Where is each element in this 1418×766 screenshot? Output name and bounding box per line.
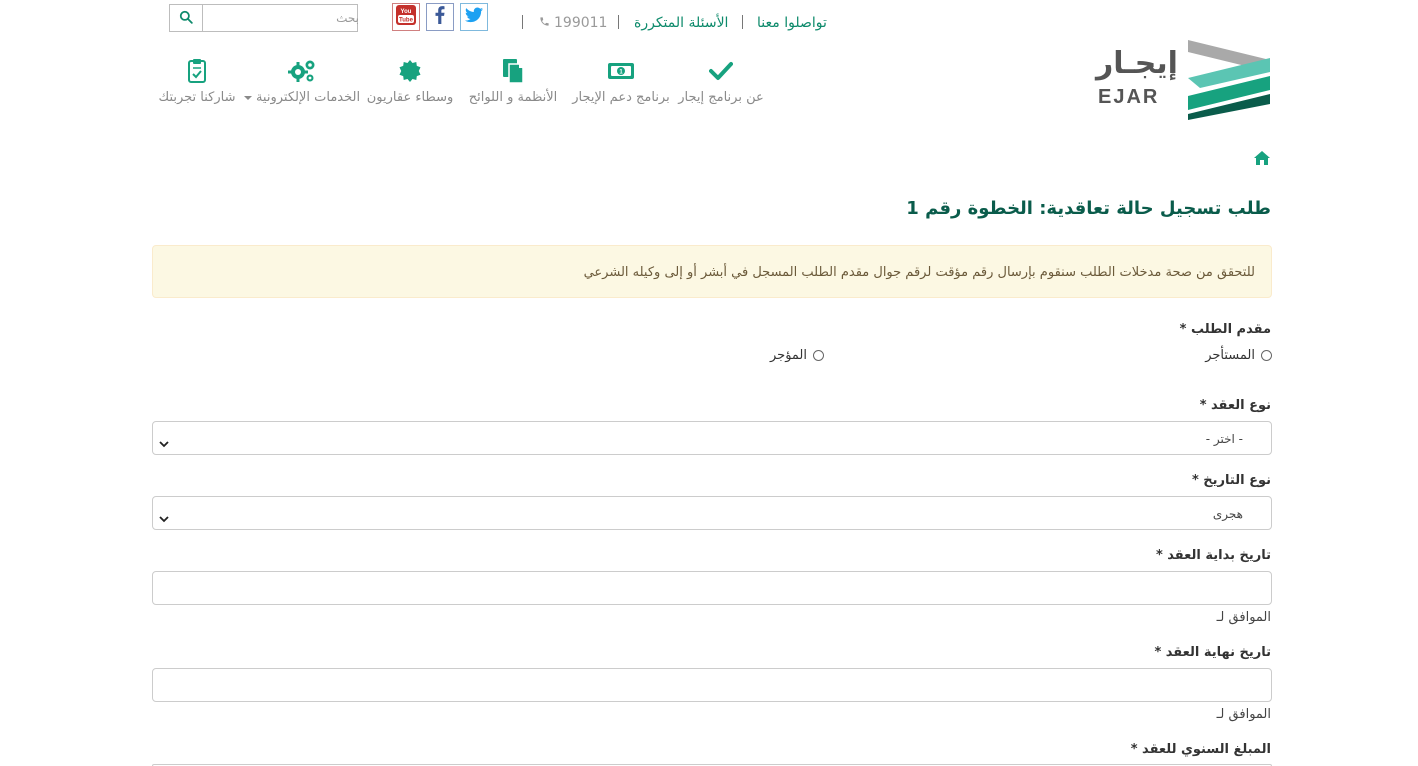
nav-about-ejar[interactable]: عن برنامج إيجار [678,56,764,105]
end-date-input[interactable] [152,668,1272,702]
page-title: طلب تسجيل حالة تعاقدية: الخطوة رقم 1 [906,198,1271,219]
contract-type-select[interactable]: - اختر - [152,421,1272,455]
nav-rent-support[interactable]: 1 برنامج دعم الإيجار [572,56,670,105]
nav-e-services[interactable]: الخدمات الإلكترونية [243,56,361,105]
chevron-down-icon [159,433,169,452]
home-icon [1253,151,1271,170]
phone-icon [539,15,550,31]
chevron-down-icon [159,508,169,527]
contract-type-label: نوع العقد * [1199,398,1271,413]
clipboard-icon [182,56,212,86]
checkmark-icon [706,56,736,86]
nav-regulations[interactable]: الأنظمة و اللوائح [468,56,558,105]
youtube-icon: You Tube [395,4,417,30]
end-date-label: تاريخ نهاية العقد * [1154,645,1271,660]
start-date-gregorian-hint: الموافق لـ [1216,610,1271,625]
search-box [169,4,365,32]
date-type-label: نوع التاريخ * [1191,473,1271,488]
radio-landlord[interactable]: المؤجر [770,348,824,363]
faq-link[interactable]: الأسئلة المتكررة [634,15,728,31]
start-date-input[interactable] [152,571,1272,605]
start-date-label: تاريخ بداية العقد * [1155,548,1271,563]
separator [618,15,619,29]
twitter-icon [465,7,483,27]
search-button[interactable] [170,5,203,31]
svg-text:You: You [401,9,412,15]
logo-latin-text: EJAR [1098,86,1160,108]
separator [522,15,523,29]
end-date-gregorian-hint: الموافق لـ [1216,707,1271,722]
search-input[interactable] [203,5,365,31]
alert-text: للتحقق من صحة مدخلات الطلب سنقوم بإرسال … [583,265,1255,280]
money-icon: 1 [606,56,636,86]
caret-down-icon [243,90,252,105]
radio-landlord-circle[interactable] [813,350,824,361]
contact-us-link[interactable]: تواصلوا معنا [757,15,827,31]
contract-type-value: - اختر - [1205,432,1243,446]
badge-icon [395,56,425,86]
date-type-value: هجرى [1212,507,1243,521]
nav-real-estate-brokers[interactable]: وسطاء عقاريون [367,56,453,105]
search-icon [179,9,193,28]
phone-number: 199011 [539,15,607,31]
documents-icon [498,56,528,86]
facebook-link[interactable] [426,3,454,31]
info-alert: للتحقق من صحة مدخلات الطلب سنقوم بإرسال … [152,245,1272,298]
nav-e-services-label: الخدمات الإلكترونية [255,90,361,105]
ejar-logo[interactable]: إيجـار EJAR [1092,38,1272,120]
applicant-label: مقدم الطلب * [1179,322,1271,337]
radio-tenant-circle[interactable] [1261,350,1272,361]
gears-icon [287,56,317,86]
separator [742,15,743,29]
facebook-icon [435,6,445,28]
annual-amount-label: المبلغ السنوي للعقد * [1130,742,1271,757]
breadcrumb-home[interactable] [1253,150,1271,170]
youtube-link[interactable]: You Tube [392,3,420,31]
twitter-link[interactable] [460,3,488,31]
nav-share-experience[interactable]: شاركنا تجربتك [158,56,236,105]
date-type-select[interactable]: هجرى [152,496,1272,530]
svg-text:Tube: Tube [399,18,414,24]
logo-arabic-text: إيجـار [1096,46,1178,81]
radio-tenant[interactable]: المستأجر [1205,348,1272,363]
